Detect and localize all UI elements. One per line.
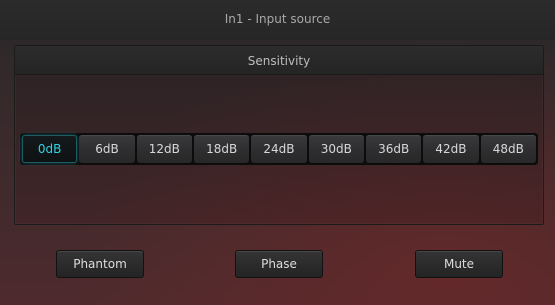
mute-button[interactable]: Mute <box>415 250 503 278</box>
phantom-button[interactable]: Phantom <box>56 250 144 278</box>
sensitivity-option-0db[interactable]: 0dB <box>22 135 78 163</box>
sensitivity-panel: Sensitivity 0dB 6dB 12dB 18dB 24dB 30dB … <box>14 45 544 225</box>
title-bar: In1 - Input source <box>0 0 555 40</box>
phase-button[interactable]: Phase <box>235 250 323 278</box>
sensitivity-option-36db[interactable]: 36dB <box>365 135 422 163</box>
sensitivity-option-42db[interactable]: 42dB <box>423 135 479 163</box>
window-title: In1 - Input source <box>224 12 331 26</box>
sensitivity-option-6db[interactable]: 6dB <box>79 135 135 163</box>
sensitivity-selector: 0dB 6dB 12dB 18dB 24dB 30dB 36dB 42dB 48… <box>20 133 538 165</box>
sensitivity-option-12db[interactable]: 12dB <box>136 135 192 163</box>
sensitivity-option-48db[interactable]: 48dB <box>480 135 536 163</box>
sensitivity-option-30db[interactable]: 30dB <box>308 135 364 163</box>
sensitivity-title: Sensitivity <box>247 54 311 68</box>
sensitivity-header: Sensitivity <box>15 46 543 75</box>
input-source-window: In1 - Input source Sensitivity 0dB 6dB 1… <box>0 0 555 305</box>
sensitivity-option-18db[interactable]: 18dB <box>193 135 250 163</box>
sensitivity-option-24db[interactable]: 24dB <box>251 135 307 163</box>
